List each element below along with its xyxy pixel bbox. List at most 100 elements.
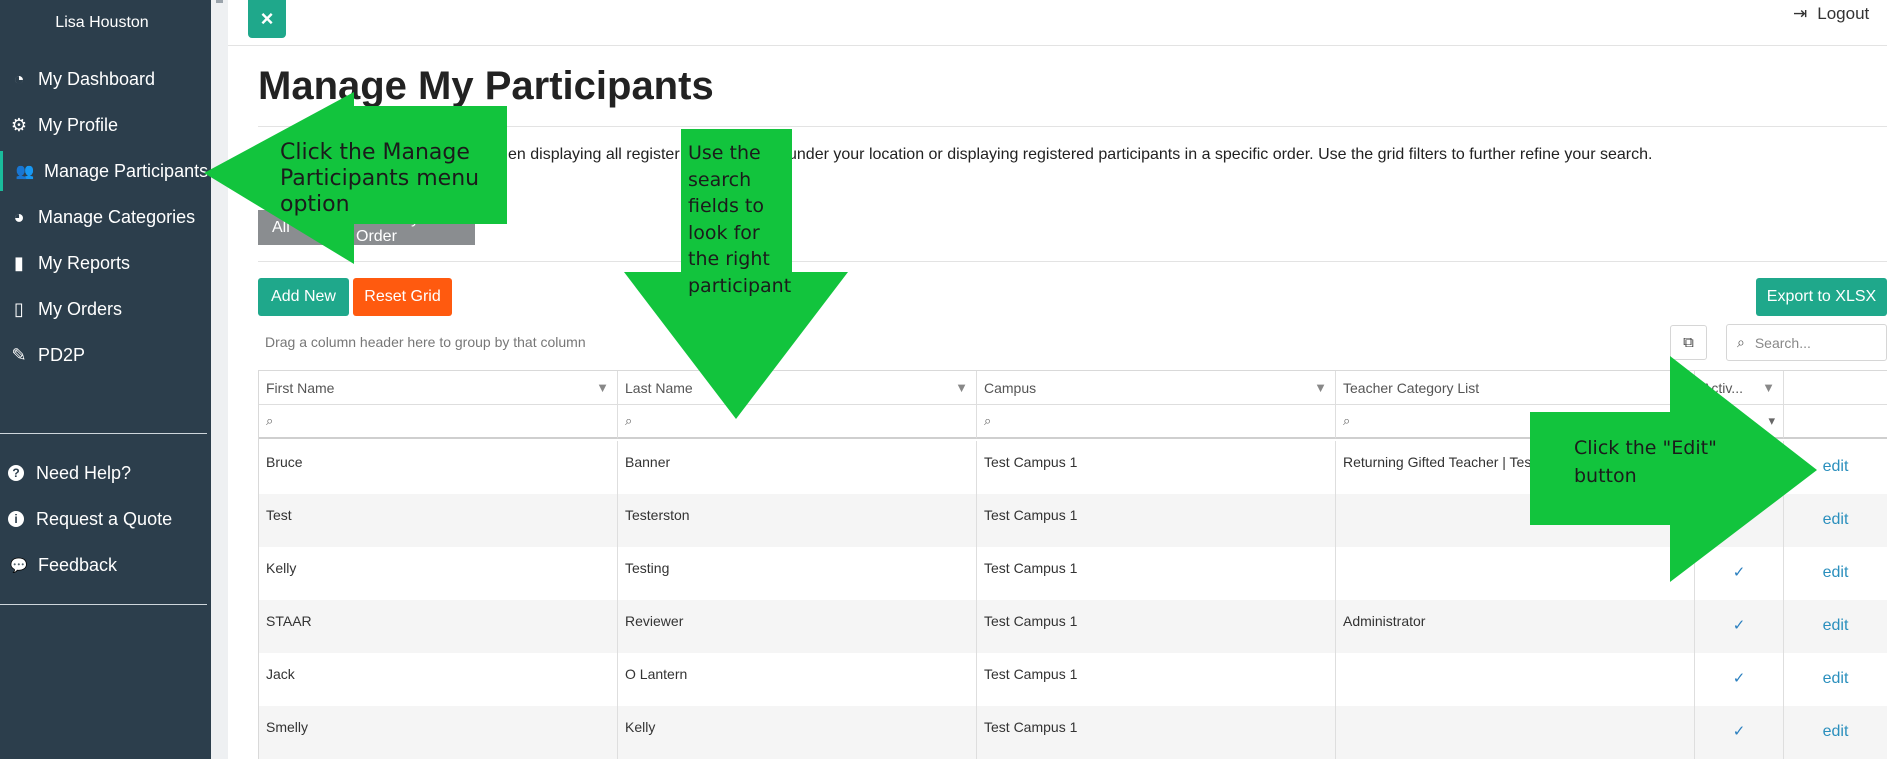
sidebar-item-label: Need Help?: [36, 462, 132, 483]
sidebar-item-label: Feedback: [38, 554, 118, 575]
cell-first-name: Kelly: [259, 547, 618, 600]
cell-teacher-category: [1336, 653, 1695, 706]
edit-link[interactable]: edit: [1784, 706, 1887, 759]
sidebar-scrollbar[interactable]: [211, 0, 228, 759]
description-text-part2: under your location or displaying regist…: [788, 146, 1653, 163]
close-button[interactable]: ×: [248, 0, 286, 38]
cell-campus: Test Campus 1: [977, 600, 1336, 653]
edit-link[interactable]: edit: [1784, 494, 1887, 547]
sidebar-item-label: Manage Participants: [44, 160, 209, 181]
edit-link[interactable]: edit: [1784, 600, 1887, 653]
add-new-button[interactable]: Add New: [258, 278, 349, 316]
header-divider: [228, 45, 1887, 46]
table-row: Test Testerston Test Campus 1 edit: [259, 494, 1887, 547]
filter-icon[interactable]: ▼: [596, 380, 609, 395]
column-label: Last Name: [625, 379, 693, 396]
search-icon: ⌕: [1343, 413, 1351, 428]
sign-out-icon: ⇥: [1793, 4, 1808, 23]
edit-link[interactable]: edit: [1784, 653, 1887, 706]
logout-link[interactable]: ⇥ Logout: [1793, 4, 1869, 24]
gears-icon: ⚙: [10, 114, 28, 135]
search-icon: ⌕: [266, 413, 274, 428]
column-chooser-icon: ⧉: [1683, 334, 1694, 351]
column-header-first-name[interactable]: First Name ▼: [259, 371, 618, 405]
participants-grid: First Name ▼ Last Name ▼ Campus ▼ Teacher C…: [258, 370, 1887, 759]
cell-teacher-category: Administrator: [1336, 600, 1695, 653]
filter-first-name-input[interactable]: ⌕: [259, 405, 618, 439]
sidebar-item-reports[interactable]: ▮ My Reports: [0, 243, 211, 283]
annotation-menu-text: Click the Manage Participants menu optio…: [280, 140, 480, 217]
group-panel-hint[interactable]: Drag a column header here to group by th…: [265, 334, 586, 350]
filter-icon[interactable]: ▼: [1314, 380, 1327, 395]
sidebar-item-dashboard[interactable]: ◔ My Dashboard: [0, 59, 211, 99]
cell-active-check: ✓: [1695, 653, 1784, 706]
edit-link[interactable]: edit: [1784, 441, 1887, 494]
sidebar-item-feedback[interactable]: 💬 Feedback: [0, 545, 211, 585]
grid-search-input[interactable]: ⌕ Search...: [1726, 324, 1887, 361]
cell-active-check: ✓: [1695, 600, 1784, 653]
cell-first-name: Jack: [259, 653, 618, 706]
column-header-teacher-category[interactable]: Teacher Category List: [1336, 371, 1695, 405]
column-header-actions: [1784, 371, 1887, 405]
cell-active-check: ✓: [1695, 706, 1784, 759]
info-circle-icon: i: [8, 511, 24, 527]
sidebar-item-manage-participants[interactable]: 👥 Manage Participants: [0, 151, 211, 191]
column-header-campus[interactable]: Campus ▼: [977, 371, 1336, 405]
sidebar-item-manage-categories[interactable]: ◕ Manage Categories: [0, 197, 211, 237]
tab-label: All: [272, 218, 290, 236]
filter-campus-input[interactable]: ⌕: [977, 405, 1336, 439]
column-header-last-name[interactable]: Last Name ▼: [618, 371, 977, 405]
cell-first-name: Smelly: [259, 706, 618, 759]
filter-actions-empty: [1784, 405, 1887, 439]
filter-last-name-input[interactable]: ⌕: [618, 405, 977, 439]
user-name: Lisa Houston: [55, 14, 149, 31]
sidebar-divider: [0, 604, 207, 605]
tabs-divider: [258, 261, 1887, 262]
sidebar-item-label: My Reports: [38, 252, 131, 273]
sidebar: Lisa Houston ◔ My Dashboard ⚙ My Profile…: [0, 0, 211, 759]
cell-campus: Test Campus 1: [977, 441, 1336, 494]
reset-grid-button[interactable]: Reset Grid: [353, 278, 452, 316]
annotation-edit-text: Click the "Edit" button: [1574, 437, 1717, 487]
cell-last-name: Banner: [618, 441, 977, 494]
filter-icon[interactable]: ▼: [955, 380, 968, 395]
logout-label: Logout: [1817, 4, 1870, 23]
search-icon: ⌕: [625, 413, 633, 428]
scrollbar-thumb[interactable]: [216, 0, 223, 3]
column-label: First Name: [266, 379, 335, 396]
close-icon: ×: [260, 6, 274, 31]
title-divider: [258, 126, 1887, 127]
cell-campus: Test Campus 1: [977, 547, 1336, 600]
annotation-search-text: Use the search fields to look for the ri…: [688, 142, 792, 297]
table-row: STAAR Reviewer Test Campus 1 Administrat…: [259, 600, 1887, 653]
sidebar-item-profile[interactable]: ⚙ My Profile: [0, 105, 211, 145]
sidebar-item-need-help[interactable]: ? Need Help?: [0, 453, 211, 493]
cell-campus: Test Campus 1: [977, 494, 1336, 547]
filter-icon[interactable]: ▼: [1762, 380, 1775, 395]
table-row: Kelly Testing Test Campus 1 ✓ edit: [259, 547, 1887, 600]
column-label: Activ...: [1702, 379, 1743, 396]
cell-last-name: Testerston: [618, 494, 977, 547]
sidebar-item-orders[interactable]: ▯ My Orders: [0, 289, 211, 329]
chevron-down-icon: ▾: [1768, 413, 1775, 428]
sidebar-item-label: My Profile: [38, 114, 119, 135]
edit-link[interactable]: edit: [1784, 547, 1887, 600]
cell-last-name: O Lantern: [618, 653, 977, 706]
sidebar-item-pd2p[interactable]: ✎ PD2P: [0, 335, 211, 375]
search-icon: ⌕: [1737, 334, 1745, 350]
dashboard-icon: ◔: [13, 68, 25, 89]
sidebar-item-label: Manage Categories: [38, 206, 196, 227]
cell-campus: Test Campus 1: [977, 653, 1336, 706]
pie-chart-icon: ◕: [13, 206, 25, 227]
search-icon: ⌕: [984, 413, 992, 428]
users-icon: 👥: [15, 163, 35, 180]
sidebar-divider: [0, 433, 207, 434]
cell-last-name: Kelly: [618, 706, 977, 759]
column-chooser-button[interactable]: ⧉: [1670, 325, 1707, 360]
sidebar-item-label: PD2P: [38, 344, 86, 365]
table-row: Jack O Lantern Test Campus 1 ✓ edit: [259, 653, 1887, 706]
export-xlsx-button[interactable]: Export to XLSX: [1756, 278, 1887, 316]
table-row: Smelly Kelly Test Campus 1 ✓ edit: [259, 706, 1887, 759]
sidebar-item-request-quote[interactable]: i Request a Quote: [0, 499, 211, 539]
column-header-active[interactable]: Activ... ▼: [1695, 371, 1784, 405]
